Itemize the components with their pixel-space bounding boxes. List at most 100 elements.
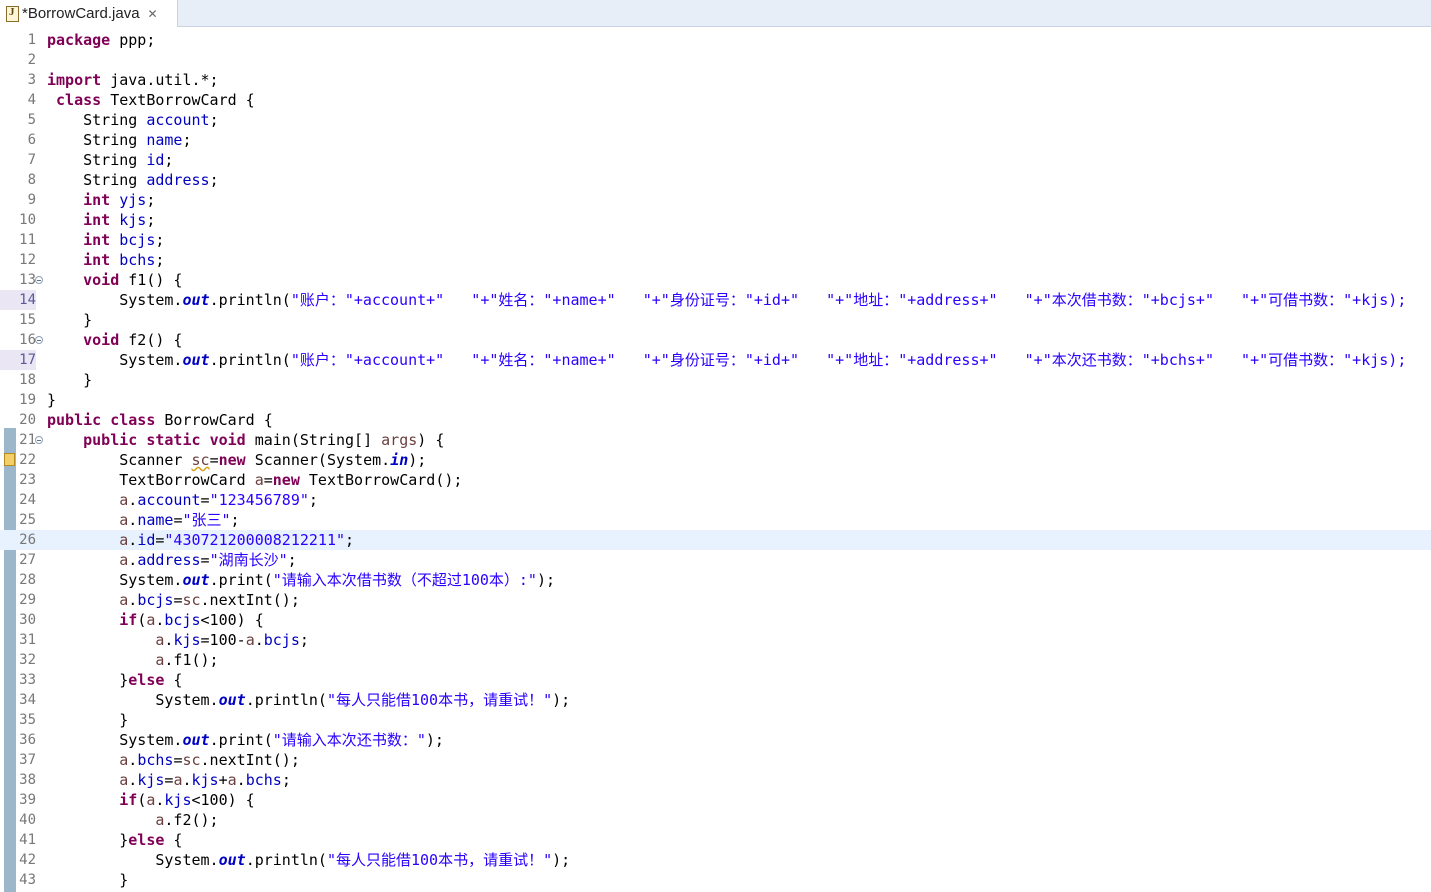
code-line[interactable]: 33 }else { — [0, 670, 1431, 690]
code-token: ; — [146, 211, 156, 229]
code-line[interactable]: 27 a.address="湖南长沙"; — [0, 550, 1431, 570]
code-line[interactable]: 9 int yjs; — [0, 190, 1431, 210]
code-line[interactable]: 19} — [0, 390, 1431, 410]
code-line[interactable]: 26 a.id="430721200008212211"; — [0, 530, 1431, 550]
code-token: a — [119, 491, 129, 509]
code-token: System. — [47, 731, 183, 749]
code-line[interactable]: 1 package ppp; — [0, 30, 1431, 50]
code-line[interactable]: 12 int bchs; — [0, 250, 1431, 270]
tab-borrowcard-java[interactable]: *BorrowCard.java ✕ — [0, 0, 178, 27]
code-line[interactable]: 2 — [0, 50, 1431, 70]
code-line[interactable]: 17 System.out.println("账户："+account+" "+… — [0, 350, 1431, 370]
line-number: 24 — [19, 492, 36, 508]
code-line[interactable]: 35 } — [0, 710, 1431, 730]
line-number: 41 — [19, 832, 36, 848]
code-token: + — [218, 771, 228, 789]
code-token: bcjs — [137, 591, 174, 609]
code-line[interactable]: 34 System.out.println("每人只能借100本书，请重试！")… — [0, 690, 1431, 710]
code-line[interactable]: 13 void f1() { — [0, 270, 1431, 290]
code-text: class TextBorrowCard { — [47, 90, 255, 110]
code-line[interactable]: 16 void f2() { — [0, 330, 1431, 350]
code-line[interactable]: 31 a.kjs=100-a.bcjs; — [0, 630, 1431, 650]
close-icon[interactable]: ✕ — [147, 7, 159, 21]
code-line[interactable]: 7 String id; — [0, 150, 1431, 170]
code-token: ; — [345, 531, 355, 549]
code-line[interactable]: 11 int bcjs; — [0, 230, 1431, 250]
code-text: void f1() { — [47, 270, 182, 290]
code-line[interactable]: 21 public static void main(String[] args… — [0, 430, 1431, 450]
code-token: String — [47, 111, 147, 129]
code-text: if(a.bcjs<100) { — [47, 610, 264, 630]
code-line[interactable]: 4 class TextBorrowCard { — [0, 90, 1431, 110]
code-line[interactable]: 37 a.bchs=sc.nextInt(); — [0, 750, 1431, 770]
code-editor[interactable]: 1 package ppp; 2 3 import java.util.*; 4 clas… — [0, 28, 1431, 892]
code-line[interactable]: 15 } — [0, 310, 1431, 330]
code-line[interactable]: 36 System.out.print("请输入本次还书数："); — [0, 730, 1431, 750]
code-token: a — [119, 751, 129, 769]
code-line[interactable]: 5 String account; — [0, 110, 1431, 130]
code-line[interactable]: 18 } — [0, 370, 1431, 390]
code-text: System.out.println("账户："+account+" "+"姓名… — [47, 350, 1406, 370]
line-number: 14 — [0, 290, 36, 310]
line-number: 17 — [0, 350, 36, 370]
code-line[interactable]: 40 a.f2(); — [0, 810, 1431, 830]
fold-collapse-icon[interactable] — [35, 276, 43, 284]
code-line[interactable]: 6 String name; — [0, 130, 1431, 150]
warning-marker-icon[interactable] — [4, 453, 15, 466]
code-line[interactable]: 20 public class BorrowCard { — [0, 410, 1431, 430]
code-text: System.out.println("每人只能借100本书，请重试！"); — [47, 850, 570, 870]
code-token: "张三" — [182, 511, 231, 529]
code-token: kjs — [164, 791, 192, 809]
code-token: bcjs — [119, 231, 156, 249]
code-line[interactable]: 32 a.f1(); — [0, 650, 1431, 670]
code-token: address — [146, 171, 210, 189]
code-line[interactable]: 41 }else { — [0, 830, 1431, 850]
code-line[interactable]: 38 a.kjs=a.kjs+a.bchs; — [0, 770, 1431, 790]
code-text: } — [47, 390, 56, 410]
code-line[interactable]: 29 a.bcjs=sc.nextInt(); — [0, 590, 1431, 610]
code-line[interactable]: 43 } — [0, 870, 1431, 890]
code-token: .print( — [209, 571, 273, 589]
fold-collapse-icon[interactable] — [35, 336, 43, 344]
line-number: 20 — [19, 412, 36, 428]
code-token: ; — [299, 631, 309, 649]
code-token: a — [119, 591, 129, 609]
code-token: } — [47, 311, 93, 329]
code-line[interactable]: 23 TextBorrowCard a=new TextBorrowCard()… — [0, 470, 1431, 490]
code-token: static — [146, 431, 201, 449]
code-line[interactable]: 28 System.out.print("请输入本次借书数（不超过100本）:"… — [0, 570, 1431, 590]
code-line[interactable]: 30 if(a.bcjs<100) { — [0, 610, 1431, 630]
code-line[interactable]: 24 a.account="123456789"; — [0, 490, 1431, 510]
code-token: . — [128, 491, 138, 509]
code-line[interactable]: 22 Scanner sc=new Scanner(System.in); — [0, 450, 1431, 470]
code-token: ppp; — [110, 31, 156, 49]
fold-collapse-icon[interactable] — [35, 436, 43, 444]
code-text: a.kjs=a.kjs+a.bchs; — [47, 770, 291, 790]
code-line[interactable]: 8 String address; — [0, 170, 1431, 190]
code-token: kjs — [137, 771, 165, 789]
line-number: 11 — [19, 232, 36, 248]
code-token: . — [128, 591, 138, 609]
code-line[interactable]: 14 System.out.println("账户："+account+" "+… — [0, 290, 1431, 310]
code-line[interactable]: 10 int kjs; — [0, 210, 1431, 230]
code-token: = — [200, 551, 210, 569]
code-line[interactable]: 39 if(a.kjs<100) { — [0, 790, 1431, 810]
code-line[interactable]: 3 import java.util.*; — [0, 70, 1431, 90]
code-token: TextBorrowCard { — [101, 91, 255, 109]
code-text: a.f1(); — [47, 650, 218, 670]
code-token: ; — [182, 131, 192, 149]
code-token: java.util.*; — [101, 71, 219, 89]
code-token: void — [83, 331, 120, 349]
code-token: "账户："+account+" "+"姓名："+name+" "+"身份证号："… — [290, 351, 1407, 369]
code-line[interactable]: 42 System.out.println("每人只能借100本书，请重试！")… — [0, 850, 1431, 870]
code-line[interactable]: 25 a.name="张三"; — [0, 510, 1431, 530]
code-token: a — [254, 471, 264, 489]
code-token: TextBorrowCard(); — [299, 471, 463, 489]
